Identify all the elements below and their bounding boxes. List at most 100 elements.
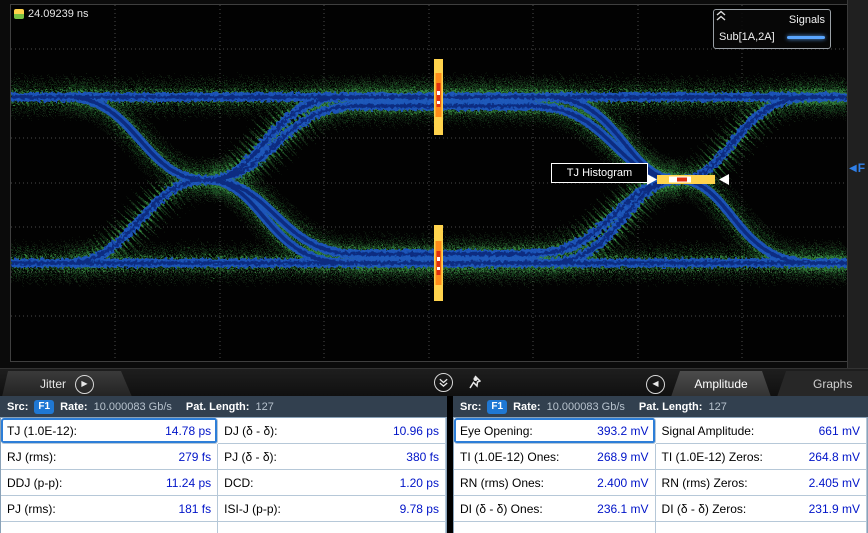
scroll-tabs-left-button[interactable]: ◀ bbox=[646, 374, 665, 394]
jitter-expand-button[interactable]: ▶ bbox=[75, 375, 94, 394]
measurement-label: PJ (rms): bbox=[7, 501, 56, 516]
measurement-value: 1.20 ps bbox=[399, 475, 439, 490]
measurement-cell[interactable]: DCD: 1.20 ps bbox=[218, 470, 446, 496]
measurement-cell[interactable]: PJ (rms): 181 fs bbox=[1, 496, 219, 522]
source-badge[interactable]: F1 bbox=[34, 399, 55, 414]
measurement-cell[interactable]: TI (1.0E-12) Zeros: 264.8 mV bbox=[655, 444, 867, 470]
jitter-table: TJ (1.0E-12): 14.78 ps DJ (δ - δ): 10.96… bbox=[0, 417, 447, 533]
measurement-label: RN (rms) Zeros: bbox=[661, 475, 748, 490]
signals-legend-panel[interactable]: Signals Sub[1A,2A] bbox=[713, 9, 831, 49]
patlen-value: 127 bbox=[255, 400, 274, 413]
amplitude-panel: Src: F1 Rate: 10.000083 Gb/s Pat. Length… bbox=[453, 396, 868, 533]
marker-label: F bbox=[857, 161, 866, 175]
measurement-label: Signal Amplitude: bbox=[661, 423, 755, 438]
tab-jitter[interactable]: Jitter ▶ bbox=[2, 371, 132, 397]
right-margin-strip: ◀ F bbox=[847, 0, 868, 368]
rate-value: 10.000083 Gb/s bbox=[93, 400, 172, 413]
measurement-cell[interactable]: TJ (1.0E-12): 14.78 ps bbox=[1, 418, 219, 444]
signal-color-swatch bbox=[787, 35, 825, 39]
measurement-value: 231.9 mV bbox=[808, 501, 860, 516]
amplitude-histogram-top bbox=[434, 59, 443, 135]
measurement-label: TI (1.0E-12) Zeros: bbox=[661, 449, 763, 464]
measurement-label: ISI-J (p-p): bbox=[224, 501, 281, 516]
measurement-cell[interactable]: Signal Amplitude: 661 mV bbox=[655, 418, 867, 444]
plot-area[interactable]: 24.09239 ns Signals Sub[1A,2A] TJ Histog… bbox=[10, 4, 848, 362]
app-window: 24.09239 ns Signals Sub[1A,2A] TJ Histog… bbox=[0, 0, 868, 533]
measurement-value: 9.78 ps bbox=[399, 501, 439, 516]
measurement-cell[interactable]: DI (δ - δ) Zeros: 231.9 mV bbox=[655, 496, 867, 522]
measurement-cell[interactable] bbox=[1, 522, 219, 533]
jitter-panel-header: Src: F1 Rate: 10.000083 Gb/s Pat. Length… bbox=[0, 396, 447, 417]
play-icon: ▶ bbox=[81, 379, 88, 388]
jitter-panel: Src: F1 Rate: 10.000083 Gb/s Pat. Length… bbox=[0, 396, 447, 533]
tj-histogram bbox=[657, 175, 715, 184]
measurement-value: 279 fs bbox=[178, 449, 212, 464]
measurement-value: 661 mV bbox=[818, 423, 860, 438]
source-badge[interactable]: F1 bbox=[487, 399, 508, 414]
measurement-value: 264.8 mV bbox=[808, 449, 860, 464]
rate-value: 10.000083 Gb/s bbox=[546, 400, 625, 413]
patlen-value: 127 bbox=[708, 400, 727, 413]
patlen-label: Pat. Length: bbox=[185, 400, 250, 413]
left-arrow-icon: ◀ bbox=[652, 379, 659, 388]
pin-icon[interactable] bbox=[468, 375, 481, 390]
measurement-label: RJ (rms): bbox=[7, 449, 57, 464]
measurement-cell[interactable] bbox=[218, 522, 446, 533]
eye-diagram bbox=[11, 5, 847, 361]
measurement-label: DI (δ - δ) Zeros: bbox=[661, 501, 747, 516]
measurement-label: DCD: bbox=[224, 475, 254, 490]
measurement-value: 14.78 ps bbox=[165, 423, 212, 438]
tab-graphs[interactable]: Graphs bbox=[777, 371, 868, 397]
measurement-cell[interactable]: RN (rms) Zeros: 2.405 mV bbox=[655, 470, 867, 496]
measurement-cell[interactable]: DI (δ - δ) Ones: 236.1 mV bbox=[454, 496, 656, 522]
measurement-value: 2.405 mV bbox=[808, 475, 860, 490]
measurement-label: TI (1.0E-12) Ones: bbox=[460, 449, 560, 464]
measurement-cell[interactable]: TI (1.0E-12) Ones: 268.9 mV bbox=[454, 444, 656, 470]
measurement-tab-bar: Jitter ▶ ◀ Amplitude Graphs bbox=[0, 368, 868, 396]
rate-label: Rate: bbox=[60, 400, 88, 413]
measurement-label: DDJ (p-p): bbox=[7, 475, 63, 490]
measurement-label: DI (δ - δ) Ones: bbox=[460, 501, 543, 516]
measurement-cell[interactable]: PJ (δ - δ): 380 fs bbox=[218, 444, 446, 470]
measurement-value: 380 fs bbox=[406, 449, 439, 464]
src-label: Src: bbox=[7, 400, 29, 413]
measurement-label: DJ (δ - δ): bbox=[224, 423, 278, 438]
timebase-readout: 24.09239 ns bbox=[28, 8, 89, 20]
measurement-label: Eye Opening: bbox=[460, 423, 533, 438]
amplitude-table: Eye Opening: 393.2 mV Signal Amplitude: … bbox=[453, 417, 868, 533]
tab-jitter-label: Jitter bbox=[39, 377, 66, 391]
measurement-label: TJ (1.0E-12): bbox=[7, 423, 78, 438]
marker-arrow-icon: ◀ bbox=[849, 162, 857, 174]
rate-label: Rate: bbox=[513, 400, 541, 413]
collapse-chevrons-icon[interactable] bbox=[714, 10, 728, 22]
tab-amplitude-label: Amplitude bbox=[694, 377, 748, 391]
source-marker[interactable]: ◀ F bbox=[849, 161, 865, 175]
measurement-cell[interactable]: RJ (rms): 279 fs bbox=[1, 444, 219, 470]
measurement-cell[interactable]: ISI-J (p-p): 9.78 ps bbox=[218, 496, 446, 522]
patlen-label: Pat. Length: bbox=[638, 400, 703, 413]
measurement-label: RN (rms) Ones: bbox=[460, 475, 544, 490]
measurement-value: 268.9 mV bbox=[597, 449, 649, 464]
measurement-value: 2.400 mV bbox=[597, 475, 649, 490]
measurement-cell[interactable] bbox=[454, 522, 656, 533]
measurement-value: 11.24 ps bbox=[166, 475, 212, 490]
measurement-cell[interactable]: RN (rms) Ones: 2.400 mV bbox=[454, 470, 656, 496]
measurement-value: 10.96 ps bbox=[392, 423, 439, 438]
measurement-value: 181 fs bbox=[178, 501, 212, 516]
status-icon bbox=[14, 9, 24, 19]
measurement-cell[interactable] bbox=[655, 522, 867, 533]
signal-item-label[interactable]: Sub[1A,2A] bbox=[719, 31, 775, 43]
measurement-cell[interactable]: Eye Opening: 393.2 mV bbox=[454, 418, 656, 444]
src-label: Src: bbox=[460, 400, 482, 413]
collapse-panel-button[interactable] bbox=[434, 373, 453, 392]
measurement-value: 393.2 mV bbox=[597, 423, 649, 438]
measurement-label: PJ (δ - δ): bbox=[224, 449, 277, 464]
double-chevron-down-icon bbox=[439, 378, 448, 388]
amplitude-panel-header: Src: F1 Rate: 10.000083 Gb/s Pat. Length… bbox=[453, 396, 868, 417]
measurement-panels: Src: F1 Rate: 10.000083 Gb/s Pat. Length… bbox=[0, 396, 868, 533]
measurement-cell[interactable]: DDJ (p-p): 11.24 ps bbox=[1, 470, 219, 496]
tab-amplitude[interactable]: Amplitude bbox=[671, 371, 771, 397]
measurement-cell[interactable]: DJ (δ - δ): 10.96 ps bbox=[218, 418, 446, 444]
tj-histogram-label[interactable]: TJ Histogram bbox=[551, 163, 648, 183]
tab-graphs-label: Graphs bbox=[813, 377, 853, 391]
